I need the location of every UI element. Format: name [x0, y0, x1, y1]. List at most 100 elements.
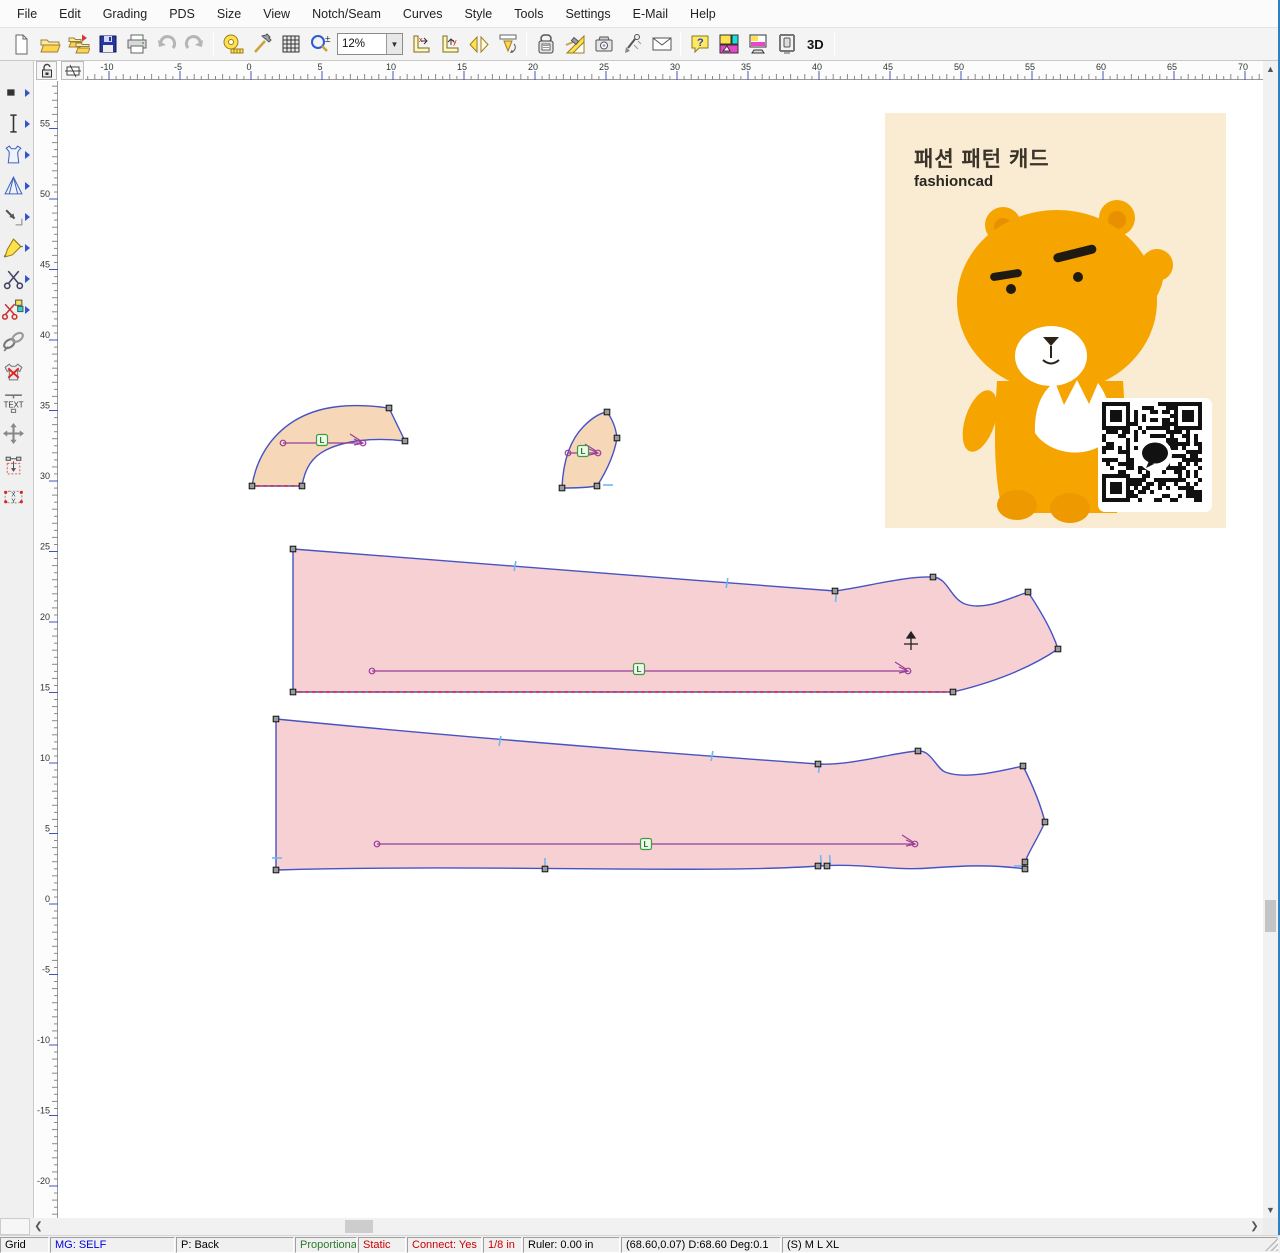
set-square-button[interactable] — [561, 31, 588, 58]
scissors-tool[interactable] — [2, 265, 32, 292]
menu-size[interactable]: Size — [206, 2, 252, 26]
menu-file[interactable]: File — [6, 2, 48, 26]
submenu-arrow-icon[interactable] — [25, 89, 30, 97]
zoom-level-value[interactable]: 12% — [338, 38, 386, 50]
move-tool[interactable] — [2, 420, 32, 447]
submenu-arrow-icon[interactable] — [25, 213, 30, 221]
control-point-handle[interactable] — [1042, 819, 1048, 825]
menu-curves[interactable]: Curves — [392, 2, 454, 26]
save-button[interactable] — [94, 31, 121, 58]
measure-tool-button[interactable] — [219, 31, 246, 58]
horizontal-scroll-thumb[interactable] — [345, 1220, 373, 1233]
menu-help[interactable]: Help — [679, 2, 727, 26]
scroll-down-arrow[interactable]: ▼ — [1263, 1202, 1278, 1218]
submenu-arrow-icon[interactable] — [25, 275, 30, 283]
control-point-handle[interactable] — [542, 866, 548, 872]
walk-piece-tool[interactable] — [2, 451, 32, 478]
control-point-handle[interactable] — [594, 483, 600, 489]
control-point-handle[interactable] — [1022, 866, 1028, 872]
grid-table-button[interactable] — [277, 31, 304, 58]
control-point-handle[interactable] — [386, 405, 392, 411]
scroll-up-arrow[interactable]: ▲ — [1263, 61, 1278, 77]
drawing-canvas[interactable]: LLLL — [59, 81, 1263, 1218]
menu-tools[interactable]: Tools — [503, 2, 554, 26]
vertical-scroll-thumb[interactable] — [1265, 900, 1276, 932]
control-point-handle[interactable] — [402, 438, 408, 444]
corner-tool[interactable] — [2, 203, 32, 230]
ruler-lock-button[interactable] — [36, 61, 57, 80]
zoom-tool-button[interactable]: ± — [306, 31, 333, 58]
pattern-piece-tool[interactable] — [2, 141, 32, 168]
email-button[interactable] — [648, 31, 675, 58]
page-setup-button[interactable] — [61, 61, 84, 80]
hammer-tool-button[interactable] — [248, 31, 275, 58]
submenu-arrow-icon[interactable] — [25, 306, 30, 314]
control-point-handle[interactable] — [1055, 646, 1061, 652]
control-point-handle[interactable] — [915, 748, 921, 754]
pattern-piece-pant-back[interactable] — [276, 719, 1045, 870]
pencil-curve-tool[interactable] — [2, 234, 32, 261]
open-file-button[interactable] — [36, 31, 63, 58]
pattern-design-button[interactable] — [715, 31, 742, 58]
submenu-arrow-icon[interactable] — [25, 120, 30, 128]
submenu-arrow-icon[interactable] — [25, 244, 30, 252]
snapshot-button[interactable] — [590, 31, 617, 58]
help-button[interactable]: ? — [686, 31, 713, 58]
plotter-button[interactable] — [773, 31, 800, 58]
menu-settings[interactable]: Settings — [554, 2, 621, 26]
select-tool[interactable] — [2, 79, 32, 106]
menu-notch-seam[interactable]: Notch/Seam — [301, 2, 392, 26]
menu-grading[interactable]: Grading — [92, 2, 158, 26]
control-point-handle[interactable] — [1025, 589, 1031, 595]
airbrush-button[interactable] — [619, 31, 646, 58]
control-point-handle[interactable] — [930, 574, 936, 580]
control-point-handle[interactable] — [815, 863, 821, 869]
control-point-handle[interactable] — [273, 716, 279, 722]
lock-button[interactable] — [532, 31, 559, 58]
control-point-handle[interactable] — [1022, 859, 1028, 865]
flip-y-button[interactable]: y — [436, 31, 463, 58]
cut-piece-tool[interactable] — [2, 296, 32, 323]
marker-layout-button[interactable] — [744, 31, 771, 58]
menu-style[interactable]: Style — [453, 2, 503, 26]
control-point-handle[interactable] — [824, 863, 830, 869]
control-point-handle[interactable] — [559, 485, 565, 491]
new-file-button[interactable] — [7, 31, 34, 58]
control-point-handle[interactable] — [290, 689, 296, 695]
control-point-handle[interactable] — [815, 761, 821, 767]
submenu-arrow-icon[interactable] — [25, 182, 30, 190]
control-point-handle[interactable] — [290, 546, 296, 552]
text-tool[interactable]: TEXT — [2, 389, 32, 416]
control-point-handle[interactable] — [614, 435, 620, 441]
redo-button[interactable] — [181, 31, 208, 58]
control-point-handle[interactable] — [249, 483, 255, 489]
control-point-handle[interactable] — [273, 867, 279, 873]
grade-xy-tool[interactable]: XY — [2, 482, 32, 509]
pattern-piece-waistband-left[interactable] — [252, 406, 405, 486]
delete-garment-tool[interactable] — [2, 358, 32, 385]
scroll-left-arrow[interactable]: ❮ — [30, 1218, 47, 1235]
menu-pds[interactable]: PDS — [158, 2, 206, 26]
menu-e-mail[interactable]: E-Mail — [622, 2, 679, 26]
menu-view[interactable]: View — [252, 2, 301, 26]
print-button[interactable] — [123, 31, 150, 58]
control-point-handle[interactable] — [604, 409, 610, 415]
resize-grip[interactable] — [1265, 1238, 1278, 1251]
3d-view-button[interactable]: 3D — [801, 37, 830, 52]
flip-x-button[interactable]: x — [407, 31, 434, 58]
control-point-handle[interactable] — [1020, 763, 1026, 769]
submenu-arrow-icon[interactable] — [25, 151, 30, 159]
mirror-button[interactable] — [465, 31, 492, 58]
undo-button[interactable] — [152, 31, 179, 58]
control-point-handle[interactable] — [832, 588, 838, 594]
scroll-right-arrow[interactable]: ❯ — [1246, 1218, 1263, 1235]
menu-edit[interactable]: Edit — [48, 2, 92, 26]
pattern-piece-waistband-right[interactable] — [562, 412, 617, 488]
control-point-handle[interactable] — [950, 689, 956, 695]
zoom-dropdown-button[interactable]: ▼ — [386, 34, 402, 54]
flare-tool[interactable] — [2, 172, 32, 199]
zoom-level-combobox[interactable]: 12%▼ — [337, 33, 403, 55]
vertical-scrollbar[interactable]: ▲ ▼ — [1263, 61, 1278, 1218]
rotate-piece-button[interactable] — [494, 31, 521, 58]
control-point-handle[interactable] — [299, 483, 305, 489]
